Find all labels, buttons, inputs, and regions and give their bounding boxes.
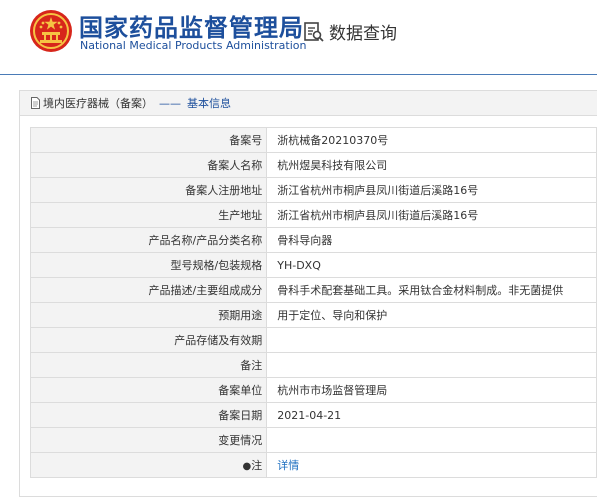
- table-row: 预期用途 用于定位、导向和保护: [29, 302, 597, 328]
- table-row: 产品描述/主要组成成分 骨科手术配套基础工具。采用钛合金材料制成。非无菌提供: [29, 277, 597, 303]
- field-value: 杭州煜昊科技有限公司: [266, 152, 597, 178]
- field-label: 产品描述/主要组成成分: [29, 277, 268, 303]
- field-value: 用于定位、导向和保护: [266, 302, 597, 328]
- org-name-cn: 国家药品监督管理局: [79, 14, 304, 42]
- table-row: 型号规格/包装规格 YH-DXQ: [29, 252, 597, 278]
- field-label: 产品存储及有效期: [29, 327, 268, 353]
- field-value: 浙江省杭州市桐庐县凤川街道后溪路16号: [266, 177, 597, 203]
- note-row: ●注 详情: [29, 452, 597, 478]
- table-row: 备案日期 2021-04-21: [29, 402, 597, 428]
- breadcrumb-section[interactable]: 境内医疗器械（备案）: [43, 95, 153, 111]
- national-emblem-icon: [30, 10, 72, 52]
- table-row: 备注: [29, 352, 597, 378]
- table-row: 备案号 浙杭械备20210370号: [29, 127, 597, 153]
- table-row: 产品存储及有效期: [29, 327, 597, 353]
- field-label: 备案人注册地址: [29, 177, 268, 203]
- table-row: 备案单位 杭州市市场监督管理局: [29, 377, 597, 403]
- field-value: YH-DXQ: [266, 252, 597, 278]
- data-query-link[interactable]: 数据查询: [303, 19, 397, 44]
- detail-panel: 境内医疗器械（备案） —— 基本信息 备案号 浙杭械备20210370号 备案人名称…: [19, 90, 597, 497]
- field-value: 杭州市市场监督管理局: [266, 377, 597, 403]
- field-value: 骨科手术配套基础工具。采用钛合金材料制成。非无菌提供: [266, 277, 597, 303]
- field-label: 备注: [29, 352, 268, 378]
- field-value: 浙江省杭州市桐庐县凤川街道后溪路16号: [266, 202, 597, 228]
- record-info-table: 备案号 浙杭械备20210370号 备案人名称 杭州煜昊科技有限公司 备案人注册地址 浙江…: [29, 127, 597, 478]
- field-label: 备案日期: [29, 402, 268, 428]
- field-value: [266, 427, 597, 453]
- note-label: 注: [251, 459, 263, 472]
- table-row: 备案人注册地址 浙江省杭州市桐庐县凤川街道后溪路16号: [29, 177, 597, 203]
- breadcrumb: 境内医疗器械（备案） —— 基本信息: [20, 91, 597, 116]
- field-label: 变更情况: [29, 427, 268, 453]
- field-value: 浙杭械备20210370号: [266, 127, 597, 153]
- breadcrumb-separator: ——: [159, 96, 181, 110]
- table-row: 生产地址 浙江省杭州市桐庐县凤川街道后溪路16号: [29, 202, 597, 228]
- field-label: 产品名称/产品分类名称: [29, 227, 268, 253]
- field-value: [266, 327, 597, 353]
- document-icon: [31, 97, 40, 109]
- note-label-cell: ●注: [29, 452, 268, 478]
- org-name-en: National Medical Products Administration: [80, 39, 307, 52]
- field-value: [266, 352, 597, 378]
- field-label: 预期用途: [29, 302, 268, 328]
- document-search-icon: [304, 21, 324, 42]
- data-query-label: 数据查询: [329, 24, 397, 44]
- pin-icon: ●: [242, 461, 252, 472]
- table-row: 备案人名称 杭州煜昊科技有限公司: [29, 152, 597, 178]
- table-row: 产品名称/产品分类名称 骨科导向器: [29, 227, 597, 253]
- field-label: 备案人名称: [29, 152, 268, 178]
- field-label: 生产地址: [29, 202, 268, 228]
- field-value: 2021-04-21: [266, 402, 597, 428]
- details-link[interactable]: 详情: [277, 459, 299, 472]
- field-value: 骨科导向器: [266, 227, 597, 253]
- field-label: 备案单位: [29, 377, 268, 403]
- site-header: 国家药品监督管理局 National Medical Products Admi…: [0, 0, 597, 75]
- breadcrumb-current: 基本信息: [187, 97, 231, 110]
- field-label: 备案号: [29, 127, 268, 153]
- field-label: 型号规格/包装规格: [29, 252, 268, 278]
- table-row: 变更情况: [29, 427, 597, 453]
- note-value-cell: 详情: [266, 452, 597, 478]
